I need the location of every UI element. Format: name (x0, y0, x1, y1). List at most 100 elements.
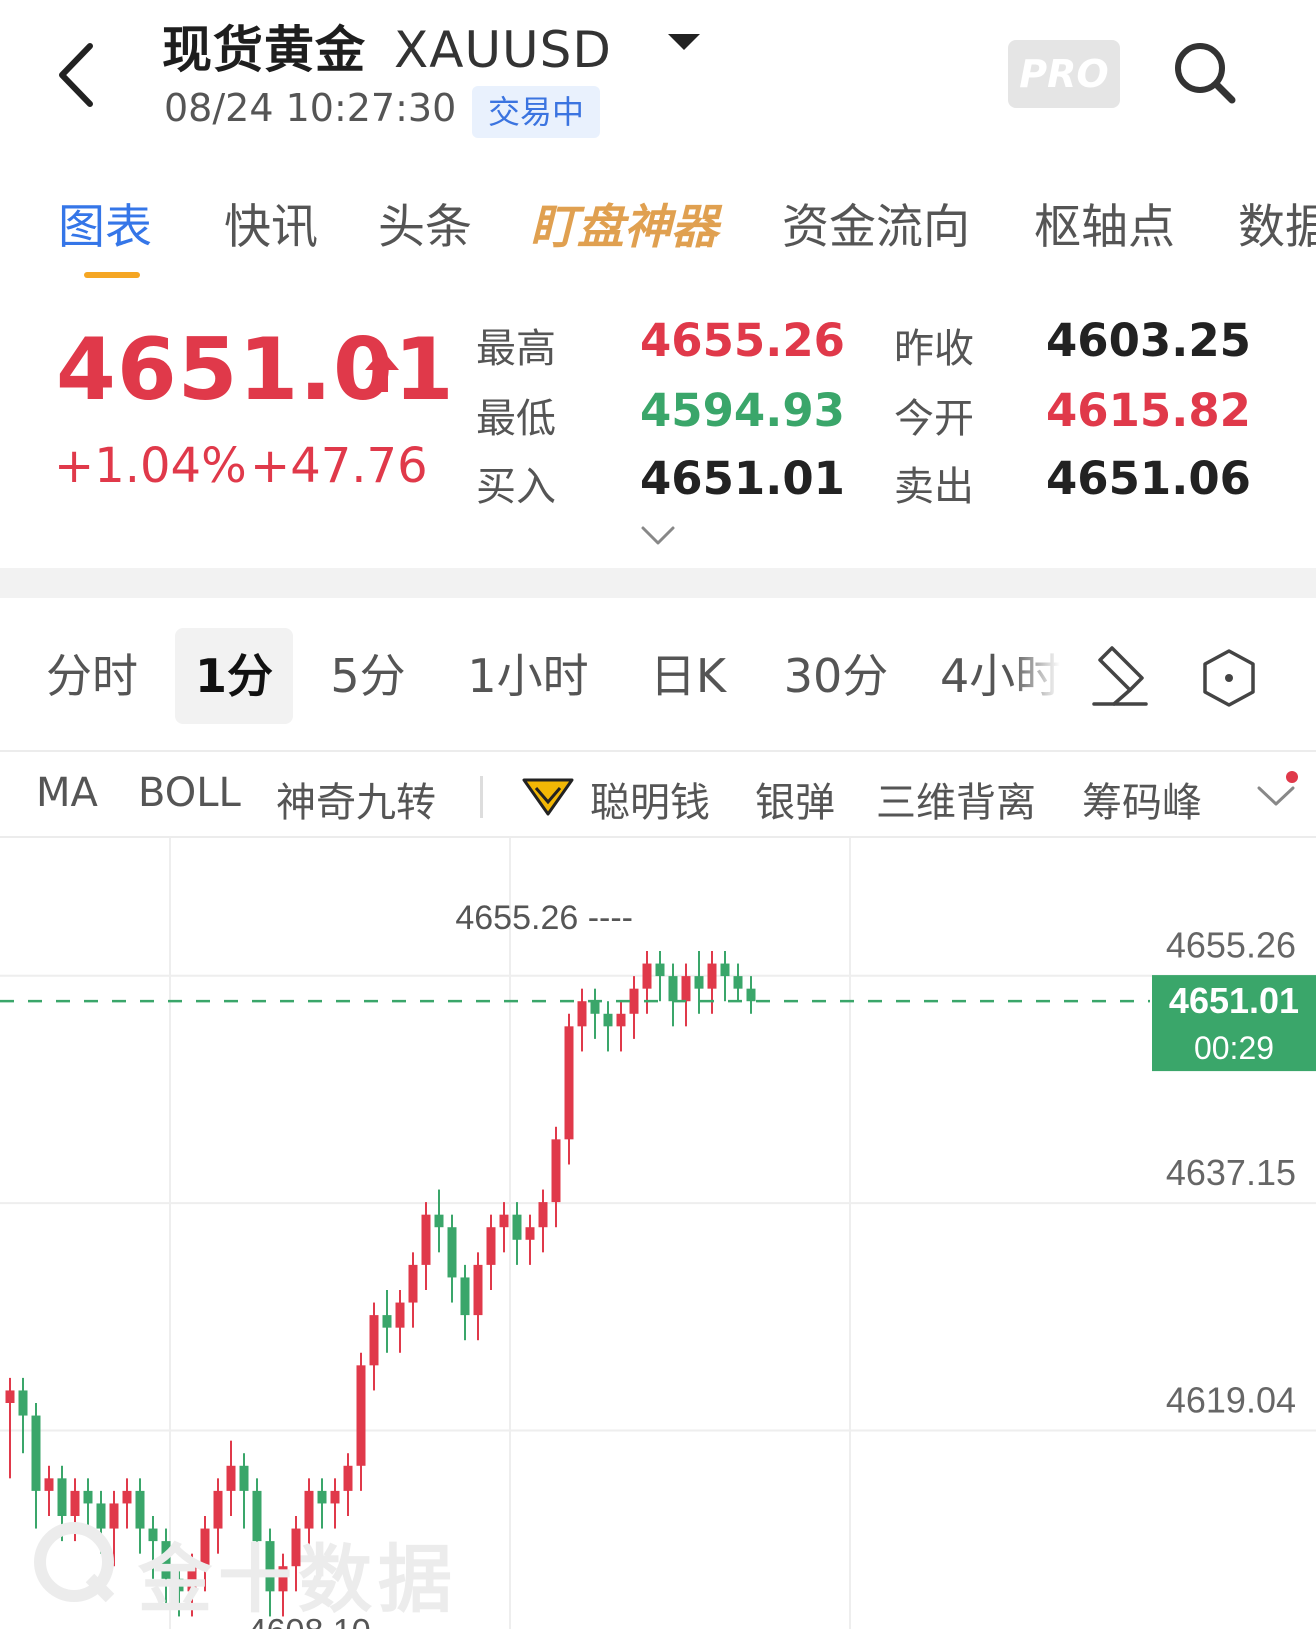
period-daily[interactable]: 日K (638, 628, 738, 724)
indicator-separator (480, 776, 483, 818)
candle-body (603, 1013, 613, 1027)
bid-label: 买入 (476, 464, 556, 510)
period-1hour[interactable]: 1小时 (458, 628, 598, 724)
candle-body (473, 1264, 483, 1316)
change-value: +47.76 (250, 438, 428, 494)
more-indicators-icon[interactable] (1256, 784, 1296, 808)
watermark-text: 金十数据 (138, 1537, 458, 1623)
tab-pivot-points[interactable]: 枢轴点 (1034, 188, 1175, 257)
candle-body (57, 1478, 67, 1516)
period-5min[interactable]: 5分 (318, 628, 418, 724)
active-tab-indicator (84, 272, 140, 278)
expand-quote-icon[interactable] (640, 525, 676, 547)
candle-body (616, 1013, 626, 1027)
candle-body (707, 963, 717, 989)
open-value: 4615.82 (1046, 384, 1251, 437)
candle-body (18, 1390, 28, 1416)
candle-body (395, 1302, 405, 1328)
prev-close-value: 4603.25 (1046, 314, 1251, 367)
symbol-dropdown-icon[interactable] (668, 34, 700, 50)
indicator-ma[interactable]: MA (36, 770, 98, 816)
price-up-arrow-icon (365, 350, 399, 392)
candle-body (239, 1465, 249, 1491)
candle-body (356, 1365, 366, 1466)
candle-body (629, 988, 639, 1014)
tab-data[interactable]: 数据 (1238, 188, 1316, 257)
candlestick-chart[interactable]: 4655.26 4637.15 4619.04 4651.01 00:29 4655.26… (0, 838, 1316, 1629)
candle-body (70, 1490, 80, 1516)
candle-body (642, 963, 652, 989)
high-label: 最高 (476, 326, 556, 372)
watermark-logo-icon (34, 1522, 115, 1603)
candle-body (44, 1478, 54, 1491)
candle-body (122, 1490, 132, 1504)
candle-body (83, 1490, 93, 1504)
candle-body (499, 1214, 509, 1228)
section-separator (0, 568, 1316, 598)
candle-body (447, 1227, 457, 1278)
high-annotation: 4655.26 ---- (455, 899, 633, 937)
tab-market-watch[interactable]: 盯盘神器 (530, 188, 718, 257)
candle-body (525, 1227, 535, 1240)
candle-body (590, 1001, 600, 1014)
indicator-silver-bullet[interactable]: 银弹 (755, 770, 835, 828)
change-percent: +1.04% (54, 438, 247, 494)
low-label: 最低 (476, 396, 556, 442)
candle-body (434, 1214, 444, 1228)
open-label: 今开 (894, 396, 974, 442)
indicator-smart-money[interactable]: 聪明钱 (590, 770, 710, 828)
candle-body (746, 988, 756, 1002)
candle-body (577, 1001, 587, 1027)
back-icon[interactable] (52, 40, 100, 110)
candle-body (512, 1214, 522, 1240)
indicator-td-sequential[interactable]: 神奇九转 (276, 770, 436, 828)
search-icon[interactable] (1170, 38, 1240, 108)
period-30min[interactable]: 30分 (776, 628, 896, 724)
low-value: 4594.93 (640, 384, 845, 437)
tab-fund-flow[interactable]: 资金流向 (782, 188, 970, 257)
candle-body (720, 963, 730, 977)
candle-body (486, 1227, 496, 1265)
period-scroll-fade (1010, 628, 1060, 724)
candle-body (5, 1390, 15, 1403)
smart-money-icon (522, 778, 574, 816)
candle-body (694, 976, 704, 989)
period-1min[interactable]: 1分 (175, 628, 293, 724)
notification-dot (1286, 771, 1298, 783)
tab-headlines[interactable]: 头条 (378, 188, 472, 257)
candle-body (551, 1139, 561, 1203)
candle-body (655, 963, 665, 977)
period-divider (0, 750, 1316, 752)
instrument-name: 现货黄金 (162, 21, 366, 79)
instrument-title[interactable]: 现货黄金 XAUUSD (162, 10, 612, 82)
candle-body (343, 1465, 353, 1491)
tab-chart[interactable]: 图表 (58, 188, 152, 257)
countdown-label: 00:29 (1194, 1030, 1274, 1066)
period-timeshare[interactable]: 分时 (30, 628, 154, 724)
candle-body (564, 1026, 574, 1140)
current-price-label: 4651.01 (1169, 980, 1299, 1021)
candle-body (421, 1214, 431, 1265)
candle-body (408, 1264, 418, 1303)
ask-value: 4651.06 (1046, 452, 1251, 505)
quote-datetime: 08/24 10:27:30 (164, 86, 457, 130)
pro-button[interactable]: PRO (1008, 40, 1120, 108)
bid-value: 4651.01 (640, 452, 845, 505)
tab-flash-news[interactable]: 快讯 (224, 188, 318, 257)
candle-body (733, 976, 743, 989)
candle-body (330, 1490, 340, 1504)
y-tick-label: 4637.15 (1166, 1152, 1296, 1193)
prev-close-label: 昨收 (894, 326, 974, 372)
settings-icon[interactable] (1200, 648, 1258, 708)
instrument-symbol: XAUUSD (394, 21, 612, 79)
indicator-3d-divergence[interactable]: 三维背离 (876, 770, 1036, 828)
ask-label: 卖出 (894, 464, 974, 510)
trading-status-badge: 交易中 (472, 86, 601, 138)
candle-body (538, 1202, 548, 1228)
candle-body (317, 1490, 327, 1504)
indicator-boll[interactable]: BOLL (138, 770, 241, 816)
indicator-chip-peak[interactable]: 筹码峰 (1082, 770, 1202, 828)
high-value: 4655.26 (640, 314, 845, 367)
y-tick-label: 4655.26 (1166, 925, 1296, 966)
drawing-tool-icon[interactable] (1090, 642, 1150, 708)
